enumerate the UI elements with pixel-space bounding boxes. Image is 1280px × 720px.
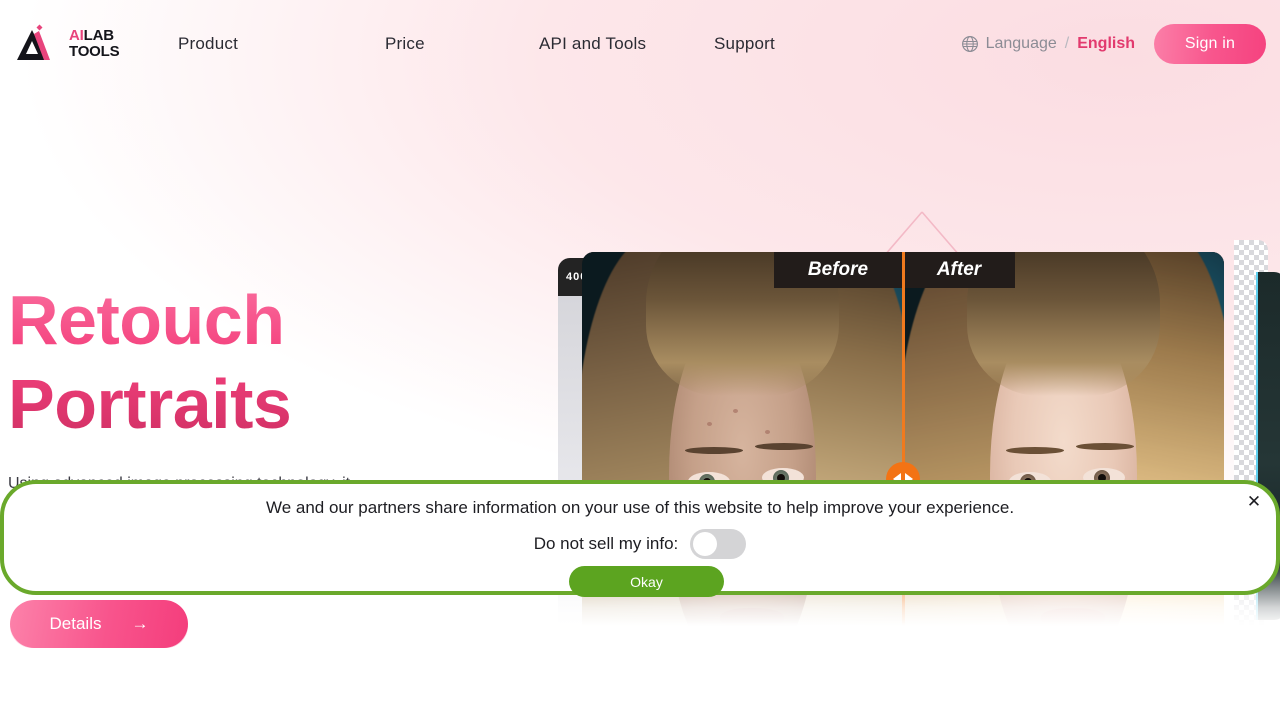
nav-item-support[interactable]: Support <box>714 34 844 54</box>
bottom-white-cover <box>0 626 1280 720</box>
nav-item-product[interactable]: Product <box>178 34 385 54</box>
logo-text-lab: LAB <box>83 27 114 45</box>
after-label: After <box>903 252 1015 288</box>
language-separator: / <box>1064 34 1070 52</box>
logo[interactable]: AILAB TOOLS <box>14 24 134 64</box>
nav-item-price[interactable]: Price <box>385 34 539 54</box>
before-after-comparison[interactable]: Before After <box>582 252 1224 676</box>
cookie-toggle-row: Do not sell my info: <box>4 529 1276 559</box>
nav-item-api-and-tools[interactable]: API and Tools <box>539 34 714 54</box>
logo-text-tools: TOOLS <box>69 42 120 60</box>
details-button-label: Details <box>49 614 102 633</box>
hero-visual: 400% <box>520 210 1280 680</box>
before-label: Before <box>774 252 902 288</box>
portrait-before <box>582 252 903 676</box>
arrow-right-icon: → <box>131 614 149 633</box>
language-label: Language <box>985 34 1057 52</box>
close-icon[interactable]: ✕ <box>1244 492 1264 512</box>
globe-icon <box>961 35 978 52</box>
portrait-after <box>903 252 1224 676</box>
logo-wordmark: AILAB TOOLS <box>69 27 120 60</box>
cookie-consent-banner: We and our partners share information on… <box>0 480 1280 597</box>
page-title: Retouch Portraits <box>8 278 438 446</box>
do-not-sell-label: Do not sell my info: <box>533 534 679 553</box>
logo-accent-text: AI <box>69 27 84 45</box>
triangle-a-logo-icon <box>17 24 50 60</box>
toggle-knob <box>693 532 718 556</box>
cookie-message: We and our partners share information on… <box>265 498 1015 517</box>
cookie-okay-button[interactable]: Okay <box>569 566 724 597</box>
sign-in-button[interactable]: Sign in <box>1154 23 1266 64</box>
before-image-half <box>582 252 903 676</box>
hero-copy: Retouch Portraits Using advanced image p… <box>8 278 528 497</box>
site-header: AILAB TOOLS Product Price API and Tools … <box>0 0 1280 87</box>
language-selector[interactable]: Language / English <box>961 35 1135 53</box>
do-not-sell-toggle[interactable] <box>690 529 747 559</box>
after-image-half <box>903 252 1224 676</box>
main-navigation: Product Price API and Tools Support <box>178 34 961 54</box>
details-button[interactable]: Details → <box>10 600 188 648</box>
language-value: English <box>1077 34 1135 52</box>
